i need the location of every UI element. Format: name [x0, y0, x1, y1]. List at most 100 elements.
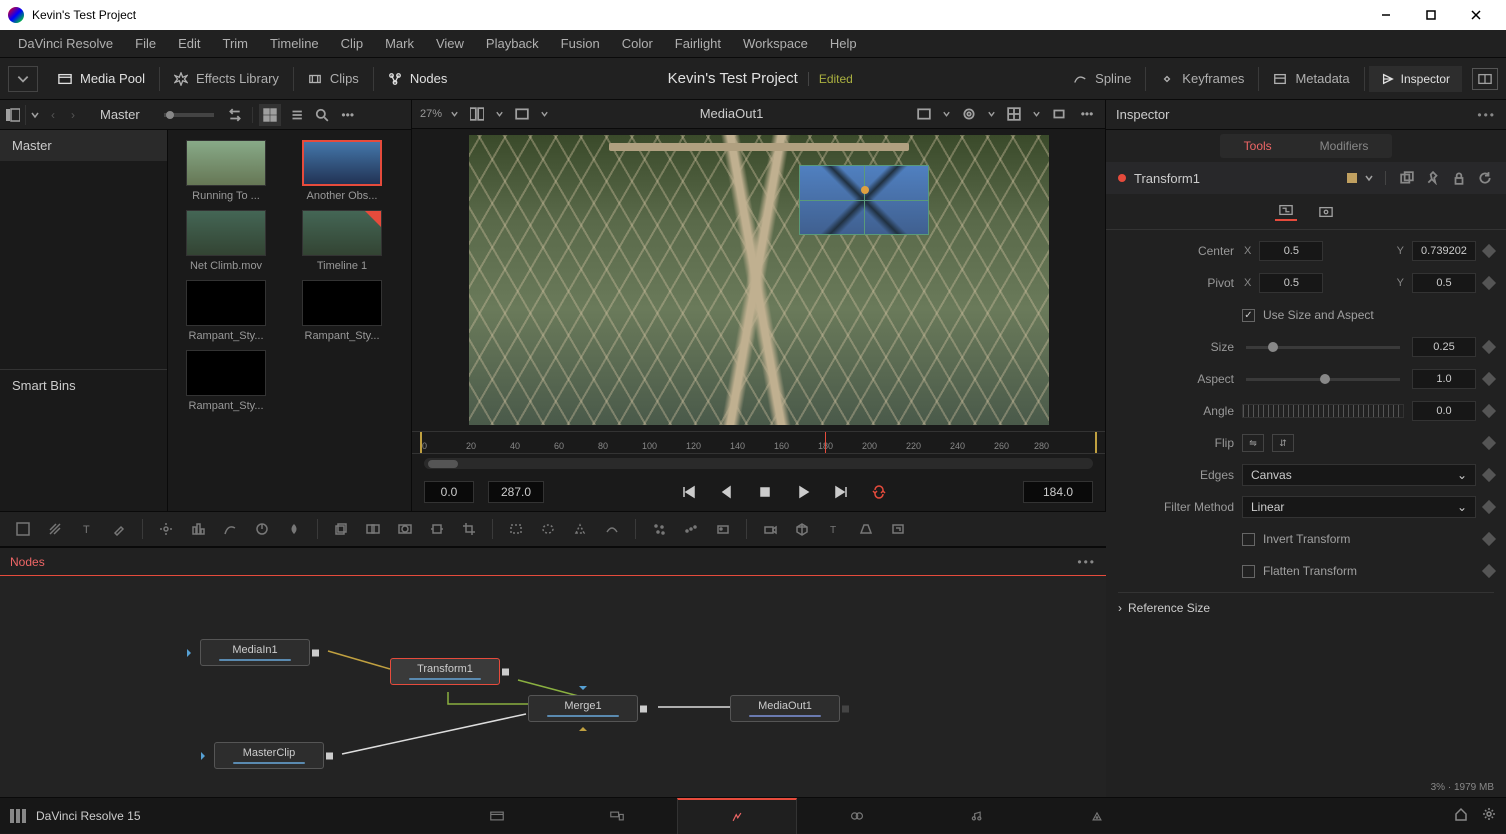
- more-icon[interactable]: •••: [337, 104, 359, 126]
- media-pool-button[interactable]: Media Pool: [48, 65, 155, 92]
- keyframe-icon[interactable]: [1482, 468, 1496, 482]
- reference-size-section[interactable]: ›Reference Size: [1118, 592, 1494, 623]
- flip-v-button[interactable]: ⇵: [1272, 434, 1294, 452]
- dual-screen-icon[interactable]: [1472, 68, 1498, 90]
- poly-mask-icon[interactable]: [565, 515, 595, 543]
- chevron-down-icon[interactable]: [1032, 107, 1041, 121]
- settings-icon[interactable]: [1482, 807, 1496, 824]
- more-icon[interactable]: •••: [1477, 108, 1496, 122]
- chevron-down-icon[interactable]: [540, 107, 549, 121]
- keyframe-icon[interactable]: [1482, 564, 1496, 578]
- filter-select[interactable]: Linear⌄: [1242, 496, 1476, 518]
- aspect-slider[interactable]: [1246, 378, 1400, 381]
- menu-fairlight[interactable]: Fairlight: [665, 32, 731, 55]
- chevron-down-icon[interactable]: [942, 107, 951, 121]
- text3d-icon[interactable]: T: [819, 515, 849, 543]
- panel-layout-icon[interactable]: [4, 105, 26, 125]
- scrub-bar[interactable]: [424, 458, 1093, 469]
- step-back-button[interactable]: [715, 480, 739, 504]
- brightness-icon[interactable]: [151, 515, 181, 543]
- keyframe-icon[interactable]: [1482, 500, 1496, 514]
- lock-icon[interactable]: [1450, 169, 1468, 187]
- clip-thumb[interactable]: Rampant_Sty...: [176, 350, 276, 412]
- list-view-icon[interactable]: [285, 104, 307, 126]
- node-merge1[interactable]: Merge1: [528, 695, 638, 722]
- pivot-x-field[interactable]: 0.5: [1259, 273, 1323, 293]
- chevron-down-icon[interactable]: [987, 107, 996, 121]
- bspline-mask-icon[interactable]: [597, 515, 627, 543]
- particles-icon[interactable]: [644, 515, 674, 543]
- in-frame-field[interactable]: 0.0: [424, 481, 474, 503]
- keyframe-icon[interactable]: [1482, 532, 1496, 546]
- onion-icon[interactable]: [959, 104, 979, 124]
- page-color[interactable]: [797, 798, 917, 834]
- menu-workspace[interactable]: Workspace: [733, 32, 818, 55]
- menu-color[interactable]: Color: [612, 32, 663, 55]
- text-tool-icon[interactable]: T: [72, 515, 102, 543]
- size-field[interactable]: 0.25: [1412, 337, 1476, 357]
- angle-field[interactable]: 0.0: [1412, 401, 1476, 421]
- node-graph[interactable]: MediaIn1 Transform1 Merge1 MediaOut1 Mas…: [0, 576, 1106, 797]
- viewer-canvas[interactable]: [412, 129, 1105, 431]
- node-transform1[interactable]: Transform1: [390, 658, 500, 685]
- angle-dial[interactable]: [1242, 404, 1404, 418]
- versions-icon[interactable]: [1398, 169, 1416, 187]
- stop-button[interactable]: [753, 480, 777, 504]
- viewer-layout-icon[interactable]: [467, 104, 487, 124]
- node-masterclip[interactable]: MasterClip: [214, 742, 324, 769]
- matte-icon[interactable]: [390, 515, 420, 543]
- grid-view-icon[interactable]: [259, 104, 281, 126]
- sort-icon[interactable]: [224, 104, 246, 126]
- reset-icon[interactable]: [1476, 169, 1494, 187]
- more-icon[interactable]: •••: [1077, 104, 1097, 124]
- center-x-field[interactable]: 0.5: [1259, 241, 1323, 261]
- page-edit[interactable]: [557, 798, 677, 834]
- more-icon[interactable]: •••: [1077, 555, 1096, 569]
- home-icon[interactable]: [1454, 807, 1468, 824]
- crop-icon[interactable]: [454, 515, 484, 543]
- ellipse-mask-icon[interactable]: [533, 515, 563, 543]
- pivot-y-field[interactable]: 0.5: [1412, 273, 1476, 293]
- size-slider[interactable]: [1246, 346, 1400, 349]
- controls-tab-icon[interactable]: [1275, 203, 1297, 221]
- chevron-down-icon[interactable]: [30, 108, 40, 122]
- timeline-thumb[interactable]: Timeline 1: [292, 210, 392, 272]
- clip-thumb[interactable]: Running To ...: [176, 140, 276, 202]
- clips-button[interactable]: Clips: [298, 65, 369, 92]
- out-frame-field[interactable]: 287.0: [488, 481, 544, 503]
- frame-icon[interactable]: [914, 104, 934, 124]
- tab-modifiers[interactable]: Modifiers: [1296, 134, 1393, 158]
- zoom-level[interactable]: 27%: [420, 108, 442, 120]
- keyframe-icon[interactable]: [1482, 404, 1496, 418]
- inspector-node-header[interactable]: Transform1: [1106, 162, 1506, 194]
- settings-tab-icon[interactable]: [1315, 203, 1337, 221]
- render3d-icon[interactable]: [883, 515, 913, 543]
- keyframe-icon[interactable]: [1482, 244, 1496, 258]
- current-frame-field[interactable]: 184.0: [1023, 481, 1093, 503]
- bin-master[interactable]: Master: [0, 130, 167, 161]
- menu-file[interactable]: File: [125, 32, 166, 55]
- go-start-button[interactable]: [677, 480, 701, 504]
- grid-icon[interactable]: [1004, 104, 1024, 124]
- flip-h-button[interactable]: ⇋: [1242, 434, 1264, 452]
- single-view-icon[interactable]: [512, 104, 532, 124]
- pin-icon[interactable]: [1424, 169, 1442, 187]
- aspect-field[interactable]: 1.0: [1412, 369, 1476, 389]
- loop-button[interactable]: [867, 480, 891, 504]
- paint-tool-icon[interactable]: [104, 515, 134, 543]
- merge-icon[interactable]: [358, 515, 388, 543]
- tab-tools[interactable]: Tools: [1220, 134, 1296, 158]
- search-icon[interactable]: [311, 104, 333, 126]
- menu-timeline[interactable]: Timeline: [260, 32, 329, 55]
- keyframe-icon[interactable]: [1482, 436, 1496, 450]
- hue-icon[interactable]: [247, 515, 277, 543]
- menu-mark[interactable]: Mark: [375, 32, 424, 55]
- node-mediain1[interactable]: MediaIn1: [200, 639, 310, 666]
- play-button[interactable]: [791, 480, 815, 504]
- invert-checkbox[interactable]: [1242, 533, 1255, 546]
- menu-playback[interactable]: Playback: [476, 32, 549, 55]
- enable-dot-icon[interactable]: [1118, 174, 1126, 182]
- close-button[interactable]: [1453, 0, 1498, 30]
- clip-thumb[interactable]: Net Climb.mov: [176, 210, 276, 272]
- single-rect-icon[interactable]: [1049, 104, 1069, 124]
